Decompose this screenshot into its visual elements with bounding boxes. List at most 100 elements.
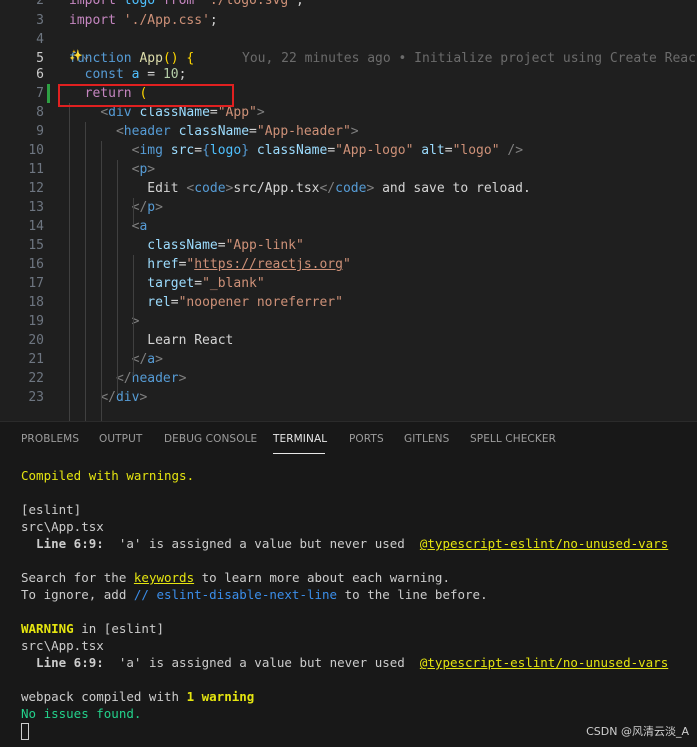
line-number[interactable]: 7: [0, 84, 44, 103]
code-token: >: [178, 371, 187, 386]
line-number[interactable]: 17: [0, 274, 44, 293]
code-editor[interactable]: 2 import logo from './logo.svg'; 3 import '…: [0, 0, 697, 421]
code-token: "logo": [452, 143, 500, 158]
code-line[interactable]: 6 const a = 10;: [0, 65, 697, 84]
code-text[interactable]: >: [69, 312, 140, 331]
terminal-text: src\App.tsx: [21, 519, 104, 534]
code-line[interactable]: 14 <a: [0, 217, 697, 236]
code-line[interactable]: 13 </p>: [0, 198, 697, 217]
line-number[interactable]: 15: [0, 236, 44, 255]
code-token: const: [84, 67, 132, 82]
git-added-indicator[interactable]: [47, 84, 50, 103]
terminal-text: No issues found.: [21, 706, 142, 721]
indent-guide: [117, 160, 118, 395]
code-text[interactable]: target="_blank": [69, 274, 264, 293]
code-token: ;: [296, 0, 304, 8]
code-line[interactable]: 4: [0, 30, 697, 49]
line-number[interactable]: 3: [0, 11, 44, 30]
tab-problems[interactable]: PROBLEMS: [21, 433, 79, 445]
code-text[interactable]: <img src={logo} className="App-logo" alt…: [69, 141, 523, 160]
copilot-sparkle-icon[interactable]: ✨⌄: [69, 49, 89, 62]
code-text[interactable]: Edit <code>src/App.tsx</code> and save t…: [69, 179, 531, 198]
code-text[interactable]: import './App.css';: [69, 11, 218, 30]
code-line[interactable]: 15 className="App-link": [0, 236, 697, 255]
code-text[interactable]: rel="noopener noreferrer": [69, 293, 343, 312]
code-line[interactable]: 20 Learn React: [0, 331, 697, 350]
code-line[interactable]: 3 import './App.css';: [0, 11, 697, 30]
code-line[interactable]: 19 >: [0, 312, 697, 331]
code-text[interactable]: Learn React: [69, 331, 233, 350]
line-number[interactable]: 19: [0, 312, 44, 331]
tab-output[interactable]: OUTPUT: [99, 433, 142, 445]
code-text[interactable]: </a>: [69, 350, 163, 369]
code-line[interactable]: 2 import logo from './logo.svg';: [0, 0, 697, 10]
line-number[interactable]: 11: [0, 160, 44, 179]
bottom-panel: PROBLEMS OUTPUT DEBUG CONSOLE TERMINAL PORTS…: [0, 421, 697, 747]
line-number[interactable]: 22: [0, 369, 44, 388]
line-number[interactable]: 8: [0, 103, 44, 122]
code-text[interactable]: <p>: [69, 160, 155, 179]
code-token: >: [139, 390, 148, 405]
code-line[interactable]: 11 <p>: [0, 160, 697, 179]
terminal-text: webpack compiled with: [21, 689, 187, 704]
terminal-line: src\App.tsx: [21, 518, 668, 535]
tab-gitlens[interactable]: GITLENS: [404, 433, 449, 445]
line-number[interactable]: 6: [0, 65, 44, 84]
line-number[interactable]: 4: [0, 30, 44, 49]
code-token: div: [108, 105, 140, 120]
terminal-line: No issues found.: [21, 705, 668, 722]
line-number[interactable]: 21: [0, 350, 44, 369]
code-line[interactable]: 9 <header className="App-header">: [0, 122, 697, 141]
terminal-text[interactable]: keywords: [134, 570, 194, 585]
code-text[interactable]: import logo from './logo.svg';: [69, 0, 304, 10]
code-text[interactable]: className="App-link": [69, 236, 304, 255]
code-line[interactable]: 21 </a>: [0, 350, 697, 369]
terminal-line: WARNING in [eslint]: [21, 620, 668, 637]
code-token: "noopener noreferrer": [178, 295, 343, 310]
code-line[interactable]: 17 target="_blank": [0, 274, 697, 293]
code-token: rel: [147, 295, 171, 310]
code-text[interactable]: </p>: [69, 198, 163, 217]
code-token: >: [350, 124, 359, 139]
terminal-text[interactable]: @typescript-eslint/no-unused-vars: [420, 655, 668, 670]
code-line[interactable]: 23 </div>: [0, 388, 697, 407]
line-number[interactable]: 9: [0, 122, 44, 141]
code-token: className: [256, 143, 328, 158]
code-text[interactable]: </div>: [69, 388, 147, 407]
code-line[interactable]: 16 href="https://reactjs.org": [0, 255, 697, 274]
code-token: App: [139, 51, 163, 66]
terminal-output[interactable]: Compiled with warnings. [eslint] src\App.…: [21, 467, 668, 740]
line-number[interactable]: 23: [0, 388, 44, 407]
code-line[interactable]: 12 Edit <code>src/App.tsx</code> and sav…: [0, 179, 697, 198]
code-token: >: [155, 352, 163, 367]
tab-terminal[interactable]: TERMINAL: [273, 433, 327, 445]
code-line[interactable]: 18 rel="noopener noreferrer": [0, 293, 697, 312]
terminal-prompt-line[interactable]: [21, 722, 668, 740]
code-text[interactable]: const a = 10;: [69, 65, 187, 84]
line-number[interactable]: 10: [0, 141, 44, 160]
terminal-text[interactable]: @typescript-eslint/no-unused-vars: [420, 536, 668, 551]
code-text[interactable]: <header className="App-header">: [69, 122, 359, 141]
code-text[interactable]: <a: [69, 217, 148, 236]
line-number[interactable]: 13: [0, 198, 44, 217]
tab-spell-checker[interactable]: SPELL CHECKER: [470, 433, 556, 445]
line-number[interactable]: 2: [0, 0, 44, 10]
code-line[interactable]: 22 </header>: [0, 369, 697, 388]
code-token: Learn React: [69, 333, 234, 348]
tab-debug-console[interactable]: DEBUG CONSOLE: [164, 433, 257, 445]
line-number[interactable]: 16: [0, 255, 44, 274]
line-number[interactable]: 12: [0, 179, 44, 198]
code-line[interactable]: 10 <img src={logo} className="App-logo" …: [0, 141, 697, 160]
line-number[interactable]: 18: [0, 293, 44, 312]
terminal-line: Line 6:9: 'a' is assigned a value but ne…: [21, 654, 668, 671]
line-number[interactable]: 14: [0, 217, 44, 236]
tab-ports[interactable]: PORTS: [349, 433, 384, 445]
line-number[interactable]: 20: [0, 331, 44, 350]
terminal-line: webpack compiled with 1 warning: [21, 688, 668, 705]
terminal-text: [eslint]: [21, 502, 82, 517]
code-text[interactable]: href="https://reactjs.org": [69, 255, 351, 274]
code-text[interactable]: </header>: [69, 369, 186, 388]
